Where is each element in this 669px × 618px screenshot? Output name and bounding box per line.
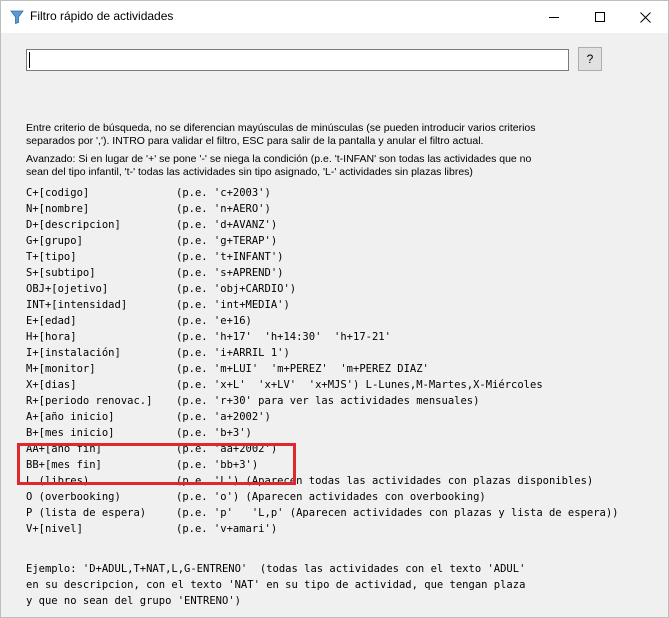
criteria-code: S+[subtipo] bbox=[26, 267, 96, 279]
criteria-code: O (overbooking) bbox=[26, 491, 121, 503]
criteria-code: R+[periodo renovac.] bbox=[26, 395, 153, 407]
criteria-example: (p.e. 'obj+CARDIO') bbox=[176, 283, 297, 295]
highlight-box bbox=[17, 443, 296, 485]
criteria-code: G+[grupo] bbox=[26, 235, 83, 247]
intro-text-basic: Entre criterio de búsqueda, no se difere… bbox=[26, 122, 536, 147]
close-icon bbox=[639, 11, 651, 23]
criteria-code: E+[edad] bbox=[26, 315, 77, 327]
criteria-example: (p.e. 'p' 'L,p' (Aparecen actividades co… bbox=[176, 507, 619, 519]
example-line: y que no sean del grupo 'ENTRENO') bbox=[26, 595, 241, 607]
criteria-code: I+[instalación] bbox=[26, 347, 121, 359]
criteria-example: (p.e. 'e+16) bbox=[176, 315, 252, 327]
criteria-example: (p.e. 'h+17' 'h+14:30' 'h+17-21' bbox=[176, 331, 391, 343]
example-line: en su descripcion, con el texto 'NAT' en… bbox=[26, 579, 526, 591]
criteria-example: (p.e. 'i+ARRIL 1') bbox=[176, 347, 290, 359]
criteria-example: (p.e. 's+APREND') bbox=[176, 267, 284, 279]
criteria-code: B+[mes inicio] bbox=[26, 427, 115, 439]
criteria-code: A+[año inicio] bbox=[26, 411, 115, 423]
criteria-code: N+[nombre] bbox=[26, 203, 90, 215]
criteria-code: H+[hora] bbox=[26, 331, 77, 343]
criteria-example: (p.e. 'd+AVANZ') bbox=[176, 219, 278, 231]
intro-text-advanced: Avanzado: Si en lugar de '+' se pone '-'… bbox=[26, 153, 532, 178]
criteria-example: (p.e. 'v+amari') bbox=[176, 523, 278, 535]
minimize-button[interactable] bbox=[531, 1, 577, 33]
criteria-example: (p.e. 'm+LUI' 'm+PEREZ' 'm+PEREZ DIAZ' bbox=[176, 363, 429, 375]
filter-dialog-window: Filtro rápido de actividades ? Entre cri… bbox=[0, 0, 669, 618]
window-title: Filtro rápido de actividades bbox=[30, 9, 174, 23]
maximize-icon bbox=[595, 12, 605, 22]
criteria-code: V+[nivel] bbox=[26, 523, 83, 535]
criteria-example: (p.e. 'a+2002') bbox=[176, 411, 271, 423]
criteria-example: (p.e. 'x+L' 'x+LV' 'x+MJS') L-Lunes,M-Ma… bbox=[176, 379, 543, 391]
example-block: Ejemplo: 'D+ADUL,T+NAT,L,G-ENTRENO' (tod… bbox=[26, 561, 525, 609]
criteria-example: (p.e. 'g+TERAP') bbox=[176, 235, 278, 247]
help-button[interactable]: ? bbox=[578, 47, 602, 71]
example-line: Ejemplo: 'D+ADUL,T+NAT,L,G-ENTRENO' (tod… bbox=[26, 563, 526, 575]
criteria-code: X+[dias] bbox=[26, 379, 77, 391]
criteria-code: INT+[intensidad] bbox=[26, 299, 128, 311]
minimize-icon bbox=[549, 17, 559, 18]
filter-funnel-icon bbox=[10, 9, 24, 25]
criteria-example: (p.e. 'r+30' para ver las actividades me… bbox=[176, 395, 480, 407]
criteria-example: (p.e. 'n+AERO') bbox=[176, 203, 271, 215]
criteria-example: (p.e. 'c+2003') bbox=[176, 187, 271, 199]
text-caret bbox=[29, 52, 30, 68]
criteria-example: (p.e. 'o') (Aparecen actividades con ove… bbox=[176, 491, 486, 503]
title-bar[interactable]: Filtro rápido de actividades bbox=[1, 1, 668, 33]
filter-search-input[interactable] bbox=[26, 49, 569, 71]
close-button[interactable] bbox=[622, 1, 668, 33]
maximize-button[interactable] bbox=[577, 1, 623, 33]
criteria-code: D+[descripcion] bbox=[26, 219, 121, 231]
criteria-example: (p.e. 'int+MEDIA') bbox=[176, 299, 290, 311]
criteria-example: (p.e. 't+INFANT') bbox=[176, 251, 284, 263]
criteria-code: T+[tipo] bbox=[26, 251, 77, 263]
criteria-code: C+[codigo] bbox=[26, 187, 90, 199]
criteria-code: M+[monitor] bbox=[26, 363, 96, 375]
criteria-example: (p.e. 'b+3') bbox=[176, 427, 252, 439]
criteria-code: P (lista de espera) bbox=[26, 507, 147, 519]
criteria-code: OBJ+[ojetivo] bbox=[26, 283, 109, 295]
